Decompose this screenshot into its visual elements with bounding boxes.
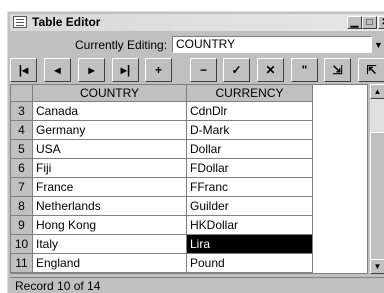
- table-cell[interactable]: D-Mark: [187, 121, 313, 140]
- import-button[interactable]: ⇱: [358, 58, 384, 82]
- first-record-button[interactable]: |◂: [10, 58, 37, 82]
- currently-editing-label: Currently Editing:: [75, 38, 168, 52]
- row-header[interactable]: 8: [11, 197, 33, 216]
- row-header[interactable]: 11: [11, 254, 33, 273]
- window-title: Table Editor: [32, 15, 101, 29]
- title-bar[interactable]: Table Editor ▁ □ ✕: [10, 14, 384, 31]
- table-cell[interactable]: Pound: [187, 254, 313, 273]
- status-bar: Record 10 of 14: [10, 277, 384, 293]
- minimize-button[interactable]: ▁: [347, 16, 362, 29]
- table-cell[interactable]: Guilder: [187, 197, 313, 216]
- row-header[interactable]: 6: [11, 159, 33, 178]
- scroll-up-button[interactable]: ▲: [370, 84, 384, 99]
- maximize-button[interactable]: □: [362, 16, 377, 29]
- next-record-button[interactable]: ▸: [78, 58, 105, 82]
- insert-record-button[interactable]: +: [145, 58, 172, 82]
- row-header[interactable]: 7: [11, 178, 33, 197]
- table-cell[interactable]: Netherlands: [33, 197, 187, 216]
- navigator-toolbar: |◂ ◂ ▸ ▸| + − ✓ ✕ " ⇲ ⇱: [10, 58, 384, 82]
- table-cell[interactable]: Hong Kong: [33, 216, 187, 235]
- row-header[interactable]: 3: [11, 102, 33, 121]
- last-record-button[interactable]: ▸|: [112, 58, 139, 82]
- column-header-country[interactable]: COUNTRY: [33, 85, 187, 102]
- refresh-button[interactable]: ": [291, 58, 318, 82]
- row-header[interactable]: 5: [11, 140, 33, 159]
- delete-record-button[interactable]: −: [190, 58, 217, 82]
- vertical-scrollbar[interactable]: ▲ ▼: [370, 84, 384, 274]
- column-header-currency[interactable]: CURRENCY: [187, 85, 313, 102]
- table-cell[interactable]: FDollar: [187, 159, 313, 178]
- data-grid[interactable]: COUNTRY CURRENCY 3 Canada CdnDlr 4 Germa…: [10, 84, 368, 274]
- scroll-down-button[interactable]: ▼: [370, 259, 384, 274]
- chevron-down-icon[interactable]: ▼: [374, 40, 383, 50]
- table-app-icon[interactable]: [13, 16, 27, 28]
- grid-corner-header: [11, 85, 33, 102]
- scroll-thumb[interactable]: [370, 132, 384, 272]
- post-edit-button[interactable]: ✓: [223, 58, 250, 82]
- row-header[interactable]: 4: [11, 121, 33, 140]
- cancel-edit-button[interactable]: ✕: [257, 58, 284, 82]
- table-cell[interactable]: Fiji: [33, 159, 187, 178]
- close-button[interactable]: ✕: [378, 16, 384, 29]
- table-editor-window: Table Editor ▁ □ ✕ Currently Editing: CO…: [7, 11, 384, 293]
- table-cell[interactable]: France: [33, 178, 187, 197]
- selected-cell[interactable]: Lira: [187, 235, 313, 254]
- table-cell[interactable]: CdnDlr: [187, 102, 313, 121]
- table-cell[interactable]: HKDollar: [187, 216, 313, 235]
- table-cell[interactable]: Dollar: [187, 140, 313, 159]
- table-cell[interactable]: Italy: [33, 235, 187, 254]
- table-cell[interactable]: FFranc: [187, 178, 313, 197]
- export-button[interactable]: ⇲: [324, 58, 351, 82]
- table-cell[interactable]: England: [33, 254, 187, 273]
- table-cell[interactable]: Germany: [33, 121, 187, 140]
- table-cell[interactable]: USA: [33, 140, 187, 159]
- table-cell[interactable]: Canada: [33, 102, 187, 121]
- row-header[interactable]: 9: [11, 216, 33, 235]
- currently-editing-dropdown[interactable]: COUNTRY: [172, 36, 372, 53]
- prior-record-button[interactable]: ◂: [44, 58, 71, 82]
- row-header[interactable]: 10: [11, 235, 33, 254]
